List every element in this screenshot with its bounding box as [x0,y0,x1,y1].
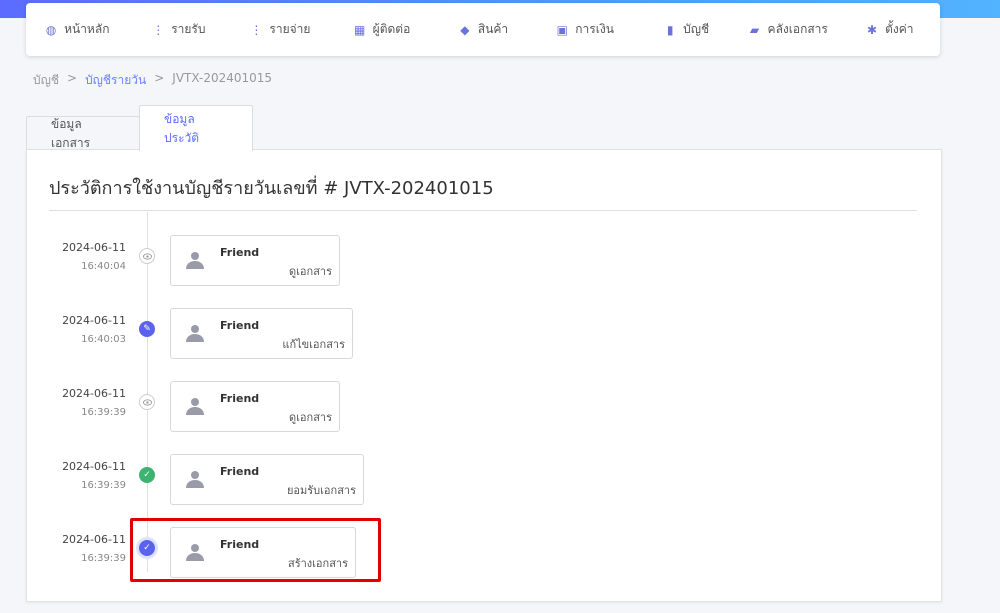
history-entry-card: Friend แก้ไขเอกสาร [170,308,353,359]
breadcrumb-link[interactable]: บัญชีรายวัน [85,71,146,90]
breadcrumb: บัญชี > บัญชีรายวัน > JVTX-202401015 [33,71,272,90]
breadcrumb-current: JVTX-202401015 [172,71,273,85]
book-icon: ▮ [666,22,674,37]
timeline-entry: 2024-06-11 16:39:39 ✓ Friend ยอมรับเอกสา… [27,454,941,506]
history-entry-card: Friend ดูเอกสาร [170,381,340,432]
entry-user: Friend [220,392,260,405]
eye-icon [139,248,155,264]
nav-expense[interactable]: ⋮ รายจ่าย [229,20,331,39]
breadcrumb-root[interactable]: บัญชี [33,71,59,90]
entry-time: 16:39:39 [81,480,126,491]
user-avatar-icon [186,252,204,269]
entry-action: ยอมรับเอกสาร [286,484,356,497]
entry-date: 2024-06-11 [62,241,126,254]
tab-bar: ข้อมูลเอกสาร ข้อมูลประวัติ [26,105,253,151]
divider [49,210,917,211]
entry-time: 16:40:04 [81,261,126,272]
entry-user: Friend [220,465,260,478]
tab-document-info[interactable]: ข้อมูลเอกสาร [26,116,140,151]
dashboard-icon: ◍ [45,22,57,37]
nav-finance[interactable]: ▣ การเงิน [534,20,636,39]
entry-time: 16:40:03 [81,334,126,345]
entry-date: 2024-06-11 [62,533,126,546]
breadcrumb-separator: > [154,71,165,85]
timeline-entry: 2024-06-11 16:39:39 Friend ดูเอกสาร [27,381,941,433]
contacts-icon: ▦ [353,22,366,37]
user-avatar-icon [186,471,204,488]
entry-user: Friend [220,319,260,332]
expense-icon: ⋮ [250,22,263,37]
nav-products[interactable]: ◆ สินค้า [432,20,534,39]
check-circle-icon: ✓ [139,467,155,483]
tab-history[interactable]: ข้อมูลประวัติ [139,105,253,151]
nav-settings[interactable]: ✱ ตั้งค่า [839,20,941,39]
breadcrumb-separator: > [67,71,78,85]
entry-date: 2024-06-11 [62,314,126,327]
nav-documents[interactable]: ▰ คลังเอกสาร [737,20,839,39]
page-title: ประวัติการใช้งานบัญชีรายวันเลขที่ # JVTX… [49,178,494,199]
entry-action: ดูเอกสาร [289,411,332,424]
entry-date: 2024-06-11 [62,460,126,473]
gear-icon: ✱ [867,22,878,37]
highlight-box [130,518,381,582]
eye-icon [139,394,155,410]
nav-home[interactable]: ◍ หน้าหลัก [26,20,128,39]
history-entry-card: Friend ยอมรับเอกสาร [170,454,364,505]
money-icon: ▣ [556,22,568,37]
timeline-entry: 2024-06-11 16:40:04 Friend ดูเอกสาร [27,235,941,287]
user-avatar-icon [186,325,204,342]
income-icon: ⋮ [152,22,165,37]
pencil-icon: ✎ [139,321,155,337]
nav-contacts[interactable]: ▦ ผู้ติดต่อ [331,20,433,39]
nav-accounting[interactable]: ▮ บัญชี [635,20,737,39]
folder-icon: ▰ [749,22,760,37]
entry-action: ดูเอกสาร [289,265,332,278]
entry-user: Friend [220,246,260,259]
entry-action: แก้ไขเอกสาร [282,338,345,351]
main-navbar: ◍ หน้าหลัก ⋮ รายรับ ⋮ รายจ่าย ▦ ผู้ติดต่อ ◆ ส… [26,3,940,56]
entry-time: 16:39:39 [81,553,126,564]
entry-date: 2024-06-11 [62,387,126,400]
nav-income[interactable]: ⋮ รายรับ [128,20,230,39]
box-icon: ◆ [460,22,470,37]
timeline-entry: 2024-06-11 16:40:03 ✎ Friend แก้ไขเอกสาร [27,308,941,360]
user-avatar-icon [186,398,204,415]
history-entry-card: Friend ดูเอกสาร [170,235,340,286]
entry-time: 16:39:39 [81,407,126,418]
